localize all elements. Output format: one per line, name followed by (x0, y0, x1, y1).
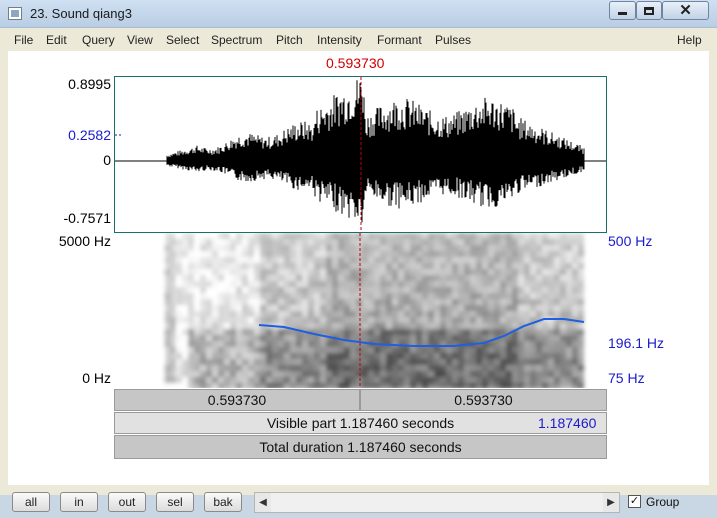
menu-formant[interactable]: Formant (377, 33, 422, 47)
waveform-cursor-value: 0.2582 (68, 127, 111, 143)
spectrogram-top-freq: 5000 Hz (58, 233, 111, 249)
visible-end-time: 1.187460 (538, 415, 597, 431)
pitch-top-label: 500 Hz (608, 233, 653, 249)
scroll-left-icon[interactable]: ◀ (255, 493, 271, 512)
total-duration-bar[interactable]: Total duration 1.187460 seconds (114, 435, 607, 459)
menu-query[interactable]: Query (82, 33, 115, 47)
menu-intensity[interactable]: Intensity (317, 33, 362, 47)
waveform-zero-label: 0 (103, 152, 111, 168)
visible-part-label: Visible part 1.187460 seconds (266, 415, 455, 431)
pitch-cursor-label: 196.1 Hz (608, 335, 665, 351)
selection-right-time: 0.593730 (454, 392, 513, 408)
waveform-max-label: 0.8995 (68, 76, 111, 92)
close-icon: ✕ (679, 2, 692, 19)
minimize-button[interactable] (609, 1, 636, 20)
title-bar: 23. Sound qiang3 ✕ (0, 0, 717, 28)
all-button[interactable]: all (12, 492, 50, 512)
menu-bar: File Edit Query View Select Spectrum Pit… (8, 30, 709, 50)
sound-editor-canvas[interactable]: 0.593730 0.8995 0.2582 0 -0.7571 5000 Hz… (8, 51, 709, 485)
zoom-out-button[interactable]: out (108, 492, 146, 512)
horizontal-scrollbar[interactable]: ◀ ▶ (254, 492, 620, 513)
close-button[interactable]: ✕ (662, 1, 709, 20)
waveform-plot (115, 77, 606, 232)
menu-file[interactable]: File (14, 33, 33, 47)
app-icon (8, 7, 22, 20)
selection-left-time: 0.593730 (207, 392, 267, 408)
group-checkbox-label: Group (646, 495, 680, 509)
bottom-toolbar: all in out sel bak ◀ ▶ ✓ Group (8, 490, 709, 518)
pitch-bottom-label: 75 Hz (608, 370, 645, 386)
spectrogram-bottom-freq: 0 Hz (82, 370, 111, 386)
waveform-min-label: -0.7571 (63, 210, 111, 226)
cursor-time-label: 0.593730 (326, 55, 385, 71)
waveform-panel[interactable] (114, 76, 607, 233)
maximize-button[interactable] (636, 1, 662, 20)
minimize-icon (618, 12, 627, 15)
group-checkbox[interactable]: ✓ (628, 495, 641, 508)
spectrogram-plot (114, 233, 607, 388)
window-title: 23. Sound qiang3 (30, 6, 132, 21)
total-duration-label: Total duration 1.187460 seconds (259, 439, 462, 455)
zoom-back-button[interactable]: bak (204, 492, 242, 512)
zoom-in-button[interactable]: in (60, 492, 98, 512)
selection-right-bar[interactable]: 0.593730 (360, 389, 607, 411)
menu-view[interactable]: View (127, 33, 153, 47)
menu-pitch[interactable]: Pitch (276, 33, 303, 47)
menu-select[interactable]: Select (166, 33, 199, 47)
maximize-icon (644, 6, 654, 15)
selection-left-bar[interactable]: 0.593730 (114, 389, 360, 411)
menu-edit[interactable]: Edit (46, 33, 67, 47)
spectrogram-panel[interactable] (114, 233, 607, 388)
menu-pulses[interactable]: Pulses (435, 33, 471, 47)
waveform-signal (166, 80, 585, 223)
scroll-right-icon[interactable]: ▶ (603, 493, 619, 512)
zoom-to-selection-button[interactable]: sel (156, 492, 194, 512)
visible-part-bar[interactable]: Visible part 1.187460 seconds (114, 412, 607, 434)
window-frame: File Edit Query View Select Spectrum Pit… (0, 28, 717, 513)
menu-help[interactable]: Help (677, 33, 702, 47)
menu-spectrum[interactable]: Spectrum (211, 33, 262, 47)
